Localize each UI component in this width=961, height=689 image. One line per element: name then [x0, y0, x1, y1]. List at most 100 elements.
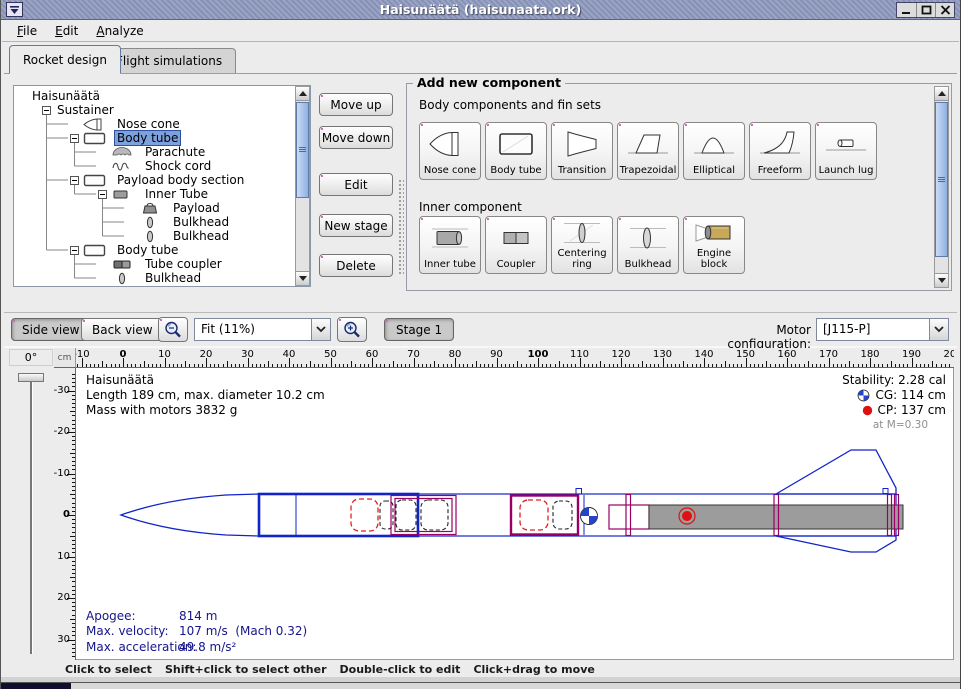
tree-item-label[interactable]: Parachute [143, 145, 207, 159]
parachute-shape[interactable] [351, 499, 378, 531]
side-view-button[interactable]: Side view [11, 318, 90, 341]
component-button-trapezoidal[interactable]: Trapezoidal [617, 122, 679, 180]
tree-item-label[interactable]: Bulkhead [143, 271, 203, 285]
tree-item-payload-body-section[interactable]: Payload body section [14, 173, 310, 187]
tree-item-nose-cone[interactable]: Nose cone [14, 117, 310, 131]
tree-item-bulkhead[interactable]: Bulkhead [14, 229, 310, 243]
component-panel-scrollbar[interactable] [934, 86, 949, 288]
rotation-slider-track[interactable] [30, 382, 32, 654]
h-ruler-label: 70 [401, 349, 427, 360]
tree-item-label[interactable]: Bulkhead [171, 229, 231, 243]
tree-item-label[interactable]: Shock cord [143, 159, 213, 173]
tree-item-tube-coupler[interactable]: Tube coupler [14, 257, 310, 271]
h-ruler-label: 150 [733, 349, 759, 360]
menu-analyze[interactable]: Analyze [87, 22, 152, 40]
collapse-icon[interactable] [70, 134, 79, 143]
title-bar[interactable]: Haisunäätä (haisunaata.ork) [1, 0, 960, 20]
payload-shape[interactable] [553, 501, 572, 529]
mass-object-shape[interactable] [396, 500, 416, 530]
menu-file[interactable]: File [8, 22, 46, 40]
tree-item-inner-tube[interactable]: Inner Tube [14, 187, 310, 201]
fin-lower-shape[interactable] [776, 536, 896, 552]
rotation-slider-handle[interactable] [18, 373, 44, 382]
tree-item-label[interactable]: Payload [171, 201, 222, 215]
component-button-engine-block[interactable]: Engine block [683, 216, 745, 274]
tree-item-payload[interactable]: Payload [14, 201, 310, 215]
maximize-button[interactable] [916, 3, 935, 17]
parachute-shape[interactable] [520, 500, 548, 530]
stage-1-button[interactable]: Stage 1 [384, 318, 454, 341]
tree-item-label[interactable]: Nose cone [115, 117, 182, 131]
component-tree[interactable]: HaisunäätäSustainerNose coneBody tubePar… [13, 85, 311, 287]
component-button-launch-lug[interactable]: Launch lug [815, 122, 877, 180]
collapse-icon[interactable] [42, 106, 51, 115]
zoom-select[interactable]: Fit (11%) [194, 318, 331, 341]
tree-item-bulkhead[interactable]: Bulkhead [14, 271, 310, 285]
tree-item-bulkhead[interactable]: Bulkhead [14, 215, 310, 229]
bulkhead-icon [139, 216, 165, 229]
menu-edit[interactable]: Edit [46, 22, 87, 40]
motor-configuration-select[interactable]: [J115-P] [816, 318, 949, 341]
component-button-freeform[interactable]: Freeform [749, 122, 811, 180]
tree-item-body-tube[interactable]: Body tube [14, 243, 310, 257]
tree-item-label[interactable]: Inner Tube [143, 187, 210, 201]
tab-flight-simulations[interactable]: Flight simulations [102, 48, 236, 73]
tree-item-haisunäätä[interactable]: Haisunäätä [14, 89, 310, 103]
component-button-elliptical[interactable]: Elliptical [683, 122, 745, 180]
zoom-value: Fit (11%) [195, 319, 311, 340]
component-button-transition[interactable]: Transition [551, 122, 613, 180]
launch-lug-shape[interactable] [576, 489, 582, 495]
tree-item-label[interactable]: Tube coupler [143, 257, 224, 271]
component-button-coupler-comp[interactable]: Coupler [485, 216, 547, 274]
tree-item-sustainer[interactable]: Sustainer [14, 103, 310, 117]
selected-body-tube[interactable] [259, 494, 418, 536]
tree-item-label[interactable]: Payload body section [115, 173, 246, 187]
back-view-button[interactable]: Back view [81, 318, 164, 341]
component-button-body-tube[interactable]: Body tube [485, 122, 547, 180]
max-velocity-label: Max. velocity: [86, 624, 179, 640]
motor-mount-tube[interactable] [609, 505, 649, 529]
collapse-icon[interactable] [70, 246, 79, 255]
centering-ring-icon [552, 217, 612, 249]
scroll-down-arrow[interactable] [296, 271, 309, 285]
component-button-centering-ring[interactable]: Centering ring [551, 216, 613, 274]
scroll-up-arrow[interactable] [296, 87, 309, 101]
tab-rocket-design[interactable]: Rocket design [9, 45, 121, 73]
collapse-icon[interactable] [98, 190, 107, 199]
mass-object-shape[interactable] [421, 500, 448, 530]
move-down-button[interactable]: Move down [319, 126, 393, 149]
tree-scrollbar-thumb[interactable] [296, 102, 309, 198]
new-stage-button[interactable]: New stage [319, 214, 393, 237]
h-ruler-label: 140 [691, 349, 717, 360]
move-up-button[interactable]: Move up [319, 93, 393, 116]
component-scrollbar-thumb[interactable] [935, 102, 948, 257]
tree-item-parachute[interactable]: Parachute [14, 145, 310, 159]
component-button-bulkhead-comp[interactable]: Bulkhead [617, 216, 679, 274]
close-button[interactable] [935, 3, 954, 17]
fin-upper-shape[interactable] [776, 450, 896, 494]
scroll-down-arrow[interactable] [935, 273, 948, 287]
zoom-in-button[interactable] [337, 317, 367, 342]
nose-cone-shape[interactable] [121, 494, 259, 536]
tree-item-shock-cord[interactable]: Shock cord [14, 159, 310, 173]
panel-splitter[interactable] [398, 179, 404, 274]
component-button-inner-tube[interactable]: Inner tube [419, 216, 481, 274]
collapse-icon[interactable] [70, 176, 79, 185]
tree-scrollbar[interactable] [295, 86, 310, 286]
tree-item-label[interactable]: Body tube [115, 243, 180, 257]
zoom-out-button[interactable] [158, 317, 188, 342]
launch-lug-shape[interactable] [883, 489, 888, 494]
minimize-button[interactable] [897, 3, 916, 17]
chevron-down-icon[interactable] [311, 319, 330, 340]
edit-button[interactable]: Edit [319, 173, 393, 196]
tree-item-label[interactable]: Haisunäätä [30, 89, 102, 103]
component-button-nose-cone[interactable]: Nose cone [419, 122, 481, 180]
scroll-up-arrow[interactable] [935, 87, 948, 101]
chevron-down-icon[interactable] [929, 319, 948, 340]
tree-item-body-tube[interactable]: Body tube [14, 131, 310, 145]
tree-item-label[interactable]: Body tube [115, 131, 180, 145]
delete-button[interactable]: Delete [319, 254, 393, 277]
rocket-canvas[interactable]: Haisunäätä Length 189 cm, max. diameter … [76, 368, 954, 660]
tree-item-label[interactable]: Sustainer [55, 103, 116, 117]
tree-item-label[interactable]: Bulkhead [171, 215, 231, 229]
